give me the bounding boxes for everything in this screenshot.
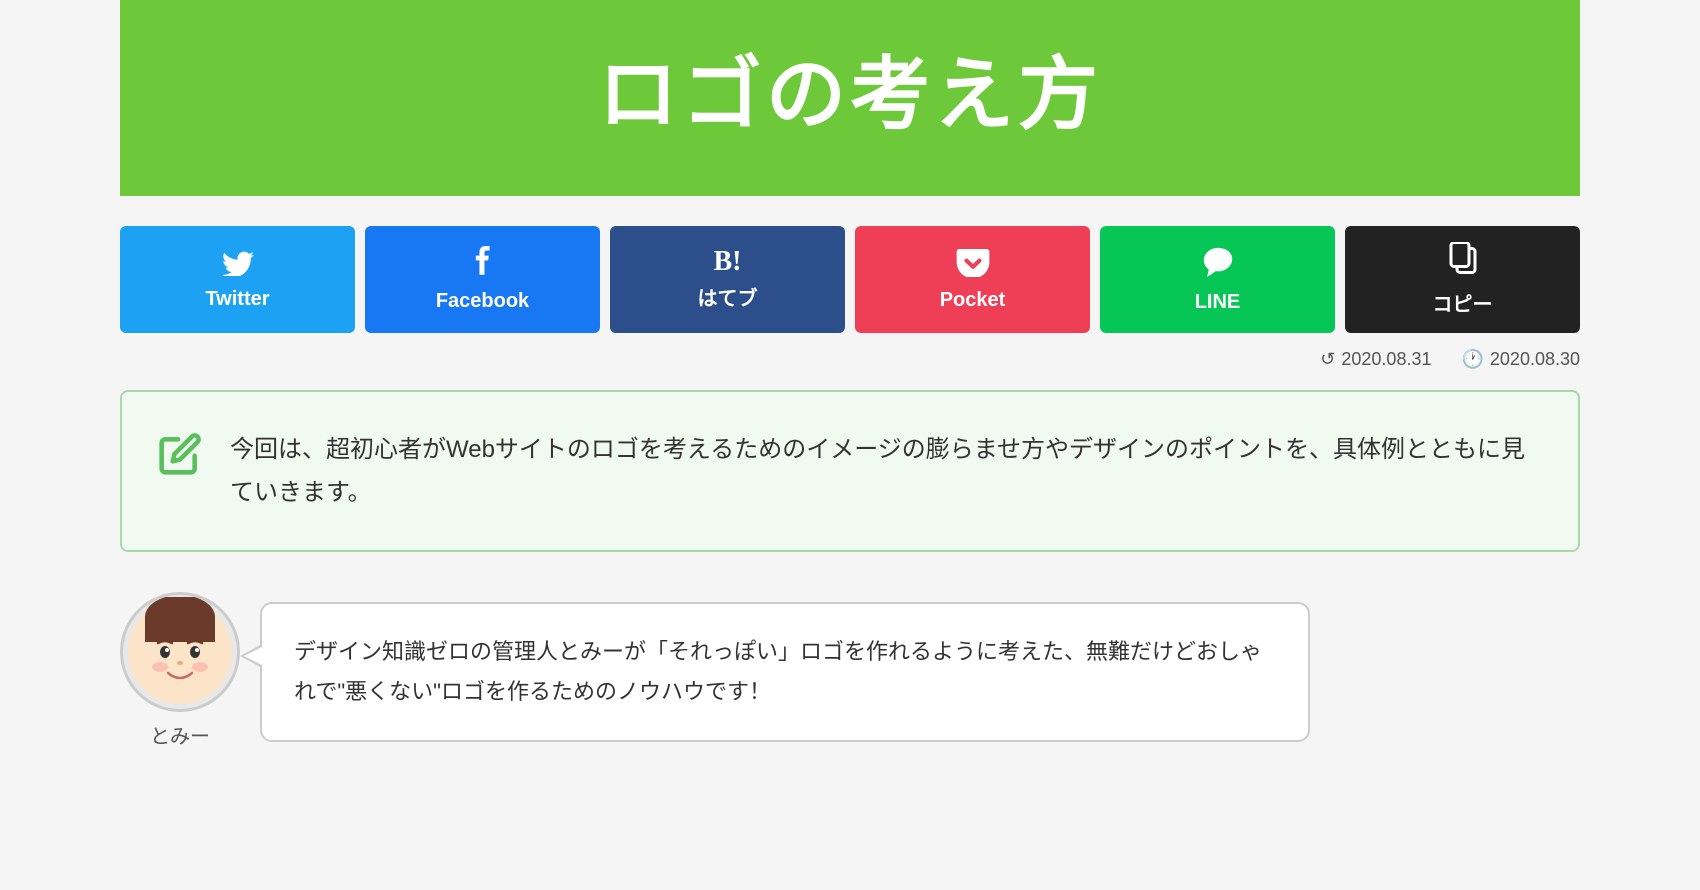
update-icon: ↺ xyxy=(1320,349,1335,370)
hero-banner: ロゴの考え方 xyxy=(120,0,1580,196)
page-title: ロゴの考え方 xyxy=(598,30,1102,146)
hatena-label: はてブ xyxy=(698,282,758,311)
copy-share-button[interactable]: コピー xyxy=(1345,226,1580,333)
copy-label: コピー xyxy=(1433,288,1493,317)
hatena-share-button[interactable]: B! はてブ xyxy=(610,226,845,333)
facebook-icon xyxy=(469,246,497,284)
facebook-share-button[interactable]: Facebook xyxy=(365,226,600,333)
character-section: とみー デザイン知識ゼロの管理人とみーが「それっぽい」ロゴを作れるように考えた、… xyxy=(120,592,1580,749)
pencil-icon xyxy=(158,432,202,486)
character-name: とみー xyxy=(150,720,210,749)
published-date-value: 2020.08.30 xyxy=(1490,349,1580,370)
character-avatar xyxy=(120,592,240,712)
twitter-share-button[interactable]: Twitter xyxy=(120,226,355,333)
character-avatar-wrap: とみー xyxy=(120,592,240,749)
summary-text: 今回は、超初心者がWebサイトのロゴを考えるためのイメージの膨らませ方やデザイン… xyxy=(230,428,1538,514)
twitter-label: Twitter xyxy=(205,288,269,311)
published-date: 🕐 2020.08.30 xyxy=(1461,349,1580,370)
character-speech: デザイン知識ゼロの管理人とみーが「それっぽい」ロゴを作れるように考えた、無難だけ… xyxy=(294,632,1276,711)
share-buttons-row: Twitter Facebook B! はてブ Pocket xyxy=(120,226,1580,333)
facebook-label: Facebook xyxy=(436,290,529,313)
speech-bubble-wrap: デザイン知識ゼロの管理人とみーが「それっぽい」ロゴを作れるように考えた、無難だけ… xyxy=(260,602,1310,741)
updated-date: ↺ 2020.08.31 xyxy=(1320,349,1431,370)
twitter-icon xyxy=(222,248,254,282)
pocket-share-button[interactable]: Pocket xyxy=(855,226,1090,333)
speech-bubble: デザイン知識ゼロの管理人とみーが「それっぽい」ロゴを作れるように考えた、無難だけ… xyxy=(260,602,1310,741)
clock-icon: 🕐 xyxy=(1461,349,1483,370)
copy-icon xyxy=(1448,242,1478,282)
pocket-icon xyxy=(956,247,990,283)
date-row: ↺ 2020.08.31 🕐 2020.08.30 xyxy=(120,349,1580,370)
pocket-label: Pocket xyxy=(940,289,1006,312)
hatena-icon: B! xyxy=(714,248,742,276)
summary-box: 今回は、超初心者がWebサイトのロゴを考えるためのイメージの膨らませ方やデザイン… xyxy=(120,390,1580,552)
line-label: LINE xyxy=(1195,291,1241,314)
line-share-button[interactable]: LINE xyxy=(1100,226,1335,333)
line-icon xyxy=(1201,245,1235,285)
updated-date-value: 2020.08.31 xyxy=(1341,349,1431,370)
